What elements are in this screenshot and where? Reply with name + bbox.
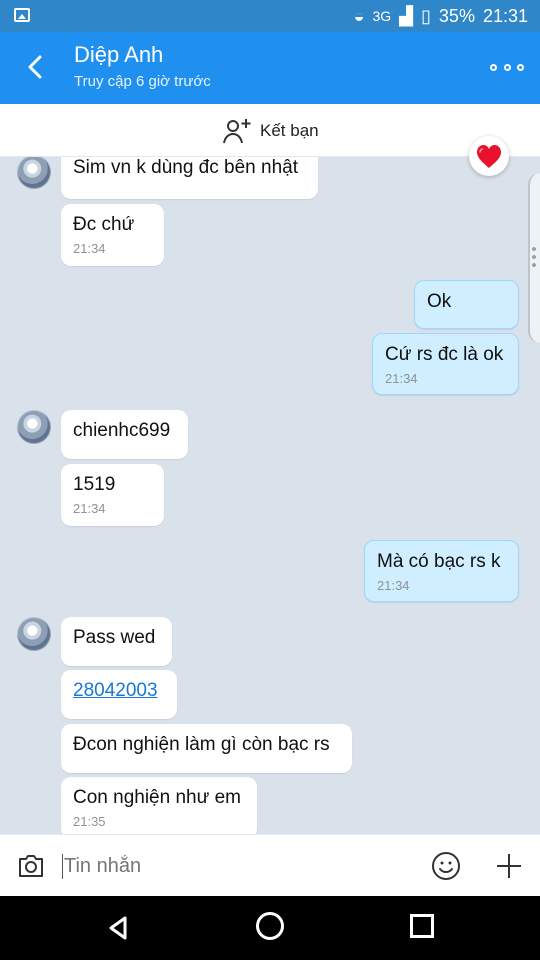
message-bubble[interactable]: Con nghiện như em 21:35	[61, 777, 257, 834]
recent-apps-square-icon[interactable]	[410, 914, 434, 938]
status-icons: ◒ 3G ▟ ▯ 35% 21:31	[354, 0, 528, 32]
link-text[interactable]: 28042003	[73, 680, 158, 701]
plus-icon[interactable]	[493, 850, 525, 882]
contact-name: Diệp Anh	[74, 42, 164, 67]
message-text: Cứ rs đc là ok	[385, 344, 504, 365]
message-text: Đcon nghiện làm gì còn bạc rs	[73, 734, 330, 755]
add-friend-label: Kết bạn	[260, 121, 319, 140]
chat-header: Diệp Anh Truy cập 6 giờ trước	[0, 32, 540, 104]
message-bubble[interactable]: 1519 21:34	[61, 464, 164, 526]
message-bubble[interactable]: Mà có bạc rs k 21:34	[364, 540, 519, 602]
message-bubble[interactable]: Cứ rs đc là ok 21:34	[372, 333, 519, 395]
emoji-icon[interactable]	[430, 850, 462, 882]
more-dot-icon	[490, 63, 497, 71]
back-triangle-icon[interactable]	[104, 914, 132, 942]
message-time: 21:35	[73, 814, 106, 829]
status-bar: ◒ 3G ▟ ▯ 35% 21:31	[0, 0, 540, 32]
avatar[interactable]	[17, 157, 51, 189]
avatar[interactable]	[17, 617, 51, 651]
message-bubble[interactable]: Đcon nghiện làm gì còn bạc rs	[61, 724, 352, 773]
side-drawer-handle[interactable]	[528, 173, 540, 343]
network-type: 3G	[372, 8, 392, 24]
message-text: chienhc699	[73, 420, 171, 441]
message-text: Pass wed	[73, 627, 156, 648]
message-bubble[interactable]: Ok	[414, 280, 519, 329]
add-user-icon	[223, 119, 251, 144]
message-time: 21:34	[377, 578, 410, 593]
home-circle-icon[interactable]	[256, 912, 284, 940]
battery-percent: 35%	[438, 5, 475, 26]
message-text: 1519	[73, 474, 116, 495]
message-time: 21:34	[385, 371, 418, 386]
message-text: Sim vn k dùng đc bên nhật	[73, 157, 298, 178]
message-bubble[interactable]: chienhc699	[61, 410, 188, 459]
message-bubble[interactable]: Sim vn k dùng đc bên nhật	[61, 157, 318, 199]
signal-icon: ▟	[399, 5, 414, 26]
avatar[interactable]	[17, 410, 51, 444]
message-time: 21:34	[73, 501, 106, 516]
message-text: Con nghiện như em	[73, 787, 241, 808]
message-input[interactable]	[62, 854, 406, 879]
message-text: Ok	[427, 291, 452, 312]
more-dot-icon	[503, 63, 511, 71]
message-composer	[0, 834, 540, 897]
last-active-status: Truy cập 6 giờ trước	[74, 73, 211, 90]
add-friend-button[interactable]: Kết bạn	[222, 117, 319, 145]
friend-request-bar: Kết bạn	[0, 104, 540, 157]
more-options-button[interactable]	[490, 58, 524, 76]
chevron-left-icon[interactable]	[20, 50, 50, 84]
message-list[interactable]: Sim vn k dùng đc bên nhật Đc chứ 21:34 O…	[0, 157, 540, 834]
battery-icon: ▯	[421, 5, 431, 26]
message-bubble[interactable]: Đc chứ 21:34	[61, 204, 164, 266]
wifi-icon: ◒	[353, 5, 365, 26]
message-text: Mà có bạc rs k	[377, 551, 501, 572]
more-dot-icon	[517, 63, 524, 71]
clock: 21:31	[482, 5, 528, 26]
system-navigation-bar	[0, 896, 540, 960]
message-bubble[interactable]: 28042003	[61, 670, 177, 719]
message-bubble[interactable]: Pass wed	[61, 617, 172, 666]
message-text: Đc chứ	[73, 214, 135, 235]
gallery-notification-icon	[14, 8, 30, 22]
camera-icon[interactable]	[16, 853, 46, 879]
message-time: 21:34	[73, 241, 106, 256]
